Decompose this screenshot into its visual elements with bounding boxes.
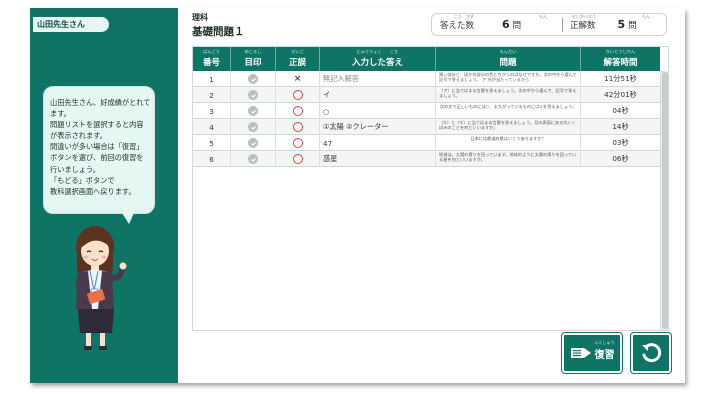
row-time: 11分51秒 bbox=[604, 74, 637, 83]
col-header-question: もんだい 問題 bbox=[436, 47, 581, 71]
row-time: 42分01秒 bbox=[604, 90, 637, 99]
correct-circle-icon bbox=[292, 138, 303, 148]
correct-count: 正解数 5 問 bbox=[570, 14, 637, 35]
main-header: 理科 基礎問題１ こた かず もん 答えた数 6 問 せいかいすう もん 正解数… bbox=[178, 8, 685, 46]
row-answer: ○ bbox=[320, 103, 436, 119]
question-list: ばんごう 番号 めじるし 目印 せいご 正誤 にゅうりょく こた 入力した答え もんだい… bbox=[192, 46, 669, 331]
row-answer: 惑星 bbox=[320, 151, 436, 167]
table-row[interactable]: 3 ○ 次の文で正しいものには○、まちがっているものには×を答えましょう。 04… bbox=[193, 103, 660, 119]
bubble-line: 「もどる」ボタンで bbox=[50, 175, 115, 185]
row-question: 次の文で正しいものには○、まちがっているものには×を答えましょう。 bbox=[439, 104, 577, 109]
bubble-line: 行いましょう。 bbox=[50, 164, 100, 174]
scrollbar-thumb[interactable] bbox=[662, 72, 668, 329]
row-answer: 47 bbox=[320, 135, 436, 151]
user-name-tab: 山田先生さん bbox=[33, 17, 109, 32]
row-question: 黒い部分と、ほかの部分の色とちがうのはなぜですか。次の中から選んで記号で答えまし… bbox=[439, 72, 577, 82]
page-title: 基礎問題１ bbox=[192, 26, 245, 38]
table-body: 1 × 無記入解答 黒い部分と、ほかの部分の色とちがうのはなぜですか。次の中から… bbox=[193, 71, 660, 167]
row-question: （①）と（②）に当てはまる言葉を答えましょう。月の表面にある丸いくぼみのことを何… bbox=[439, 120, 576, 130]
row-number: 1 bbox=[193, 71, 231, 87]
answered-label: 答えた数 bbox=[440, 20, 475, 31]
ruby-answered-unit: もん bbox=[539, 14, 547, 19]
row-question: 地球は、太陽の周りを回っています。地球のように太陽の周りを回っている星を何といい… bbox=[439, 152, 577, 162]
score-divider bbox=[562, 18, 563, 32]
main-panel: 理科 基礎問題１ こた かず もん 答えた数 6 問 せいかいすう もん 正解数… bbox=[178, 8, 685, 383]
correct-circle-icon bbox=[292, 122, 303, 132]
correct-circle-icon bbox=[292, 106, 303, 116]
table-row[interactable]: 2 イ （ア）に当てはまる言葉を答えましょう。次の中から選んで、記号で答えましょ… bbox=[193, 87, 660, 103]
answered-value: 6 bbox=[502, 18, 510, 31]
answered-count: 答えた数 6 問 bbox=[440, 14, 521, 35]
row-number: 3 bbox=[193, 103, 231, 119]
table-row[interactable]: 5 47 日本には都道府県はいくつありますか？ 03秒 bbox=[193, 135, 660, 151]
row-question: （ア）に当てはまる言葉を答えましょう。次の中から選んで、記号で答えましょう。 bbox=[439, 88, 577, 98]
review-button-label: 復習 bbox=[594, 349, 615, 361]
row-number: 6 bbox=[193, 151, 231, 167]
bubble-line: 教科選択画面へ戻ります。 bbox=[50, 186, 136, 196]
speech-bubble: 山田先生さん、好成績がとれて ます。 問題リストを選択すると内容 が表示されます… bbox=[43, 86, 155, 224]
bookmark-check-icon[interactable] bbox=[248, 106, 258, 116]
bookmark-check-icon[interactable] bbox=[248, 138, 258, 148]
review-button[interactable]: ふくしゅう 復習 bbox=[562, 333, 622, 373]
list-scrollbar[interactable] bbox=[660, 71, 668, 330]
sidebar: 山田先生さん 山田先生さん、好成績がとれて ます。 問題リストを選択すると内容 … bbox=[30, 8, 178, 383]
bubble-line: 問題リストを選択すると内容 bbox=[50, 120, 144, 130]
subject-label: 理科 bbox=[192, 13, 208, 22]
bubble-line: が表示されます。 bbox=[50, 131, 107, 141]
table-row[interactable]: 4 ①太陽 ②クレーター （①）と（②）に当てはまる言葉を答えましょう。月の表面… bbox=[193, 119, 660, 135]
bubble-line: ます。 bbox=[50, 109, 71, 119]
row-number: 5 bbox=[193, 135, 231, 151]
bubble-line: ボタンを選び、前回の復習を bbox=[50, 153, 144, 163]
bookmark-check-icon[interactable] bbox=[248, 122, 258, 132]
table-header: ばんごう 番号 めじるし 目印 せいご 正誤 にゅうりょく こた 入力した答え もんだい… bbox=[193, 47, 660, 71]
row-answer: ①太陽 ②クレーター bbox=[320, 119, 436, 135]
col-header-time: かいとうじかん 解答時間 bbox=[603, 49, 638, 68]
col-header-mark: めじるし 目印 bbox=[231, 47, 276, 71]
table-row[interactable]: 1 × 無記入解答 黒い部分と、ほかの部分の色とちがうのはなぜですか。次の中から… bbox=[193, 71, 660, 87]
row-time: 14秒 bbox=[612, 122, 629, 131]
bookmark-check-icon[interactable] bbox=[248, 154, 258, 164]
app-frame: 山田先生さん 山田先生さん、好成績がとれて ます。 問題リストを選択すると内容 … bbox=[30, 8, 685, 383]
bookmark-check-icon[interactable] bbox=[248, 90, 258, 100]
score-box: こた かず もん 答えた数 6 問 せいかいすう もん 正解数 5 問 bbox=[431, 13, 667, 36]
row-answer: 無記入解答 bbox=[320, 71, 436, 87]
bookmark-check-icon[interactable] bbox=[248, 74, 258, 84]
correct-unit: 問 bbox=[628, 20, 637, 31]
col-header-number: ばんごう 番号 bbox=[193, 47, 231, 71]
correct-value: 5 bbox=[617, 18, 626, 31]
col-header-result: せいご 正誤 bbox=[276, 47, 320, 71]
bubble-line: 間違いが多い場合は「復習」 bbox=[50, 142, 144, 152]
correct-label: 正解数 bbox=[570, 20, 596, 31]
correct-circle-icon bbox=[292, 154, 303, 164]
row-time: 04秒 bbox=[612, 106, 629, 115]
wrong-cross-icon: × bbox=[293, 74, 302, 84]
row-time: 06秒 bbox=[612, 154, 629, 163]
undo-icon bbox=[642, 343, 662, 363]
row-number: 2 bbox=[193, 87, 231, 103]
table-row[interactable]: 6 惑星 地球は、太陽の周りを回っています。地球のように太陽の周りを回っている星… bbox=[193, 151, 660, 167]
review-ruby: ふくしゅう bbox=[594, 339, 615, 345]
back-button[interactable] bbox=[631, 333, 671, 373]
bubble-line: 山田先生さん、好成績がとれて bbox=[50, 98, 151, 107]
row-answer: イ bbox=[320, 87, 436, 103]
ruby-correct-unit: もん bbox=[642, 14, 650, 19]
row-question: 日本には都道府県はいくつありますか？ bbox=[470, 136, 546, 141]
teacher-illustration bbox=[76, 226, 127, 350]
pencil-icon bbox=[570, 348, 591, 358]
col-header-answer: にゅうりょく こた 入力した答え bbox=[320, 47, 436, 71]
row-number: 4 bbox=[193, 119, 231, 135]
correct-circle-icon bbox=[292, 90, 303, 100]
row-time: 03秒 bbox=[612, 138, 629, 147]
answered-unit: 問 bbox=[512, 20, 522, 31]
